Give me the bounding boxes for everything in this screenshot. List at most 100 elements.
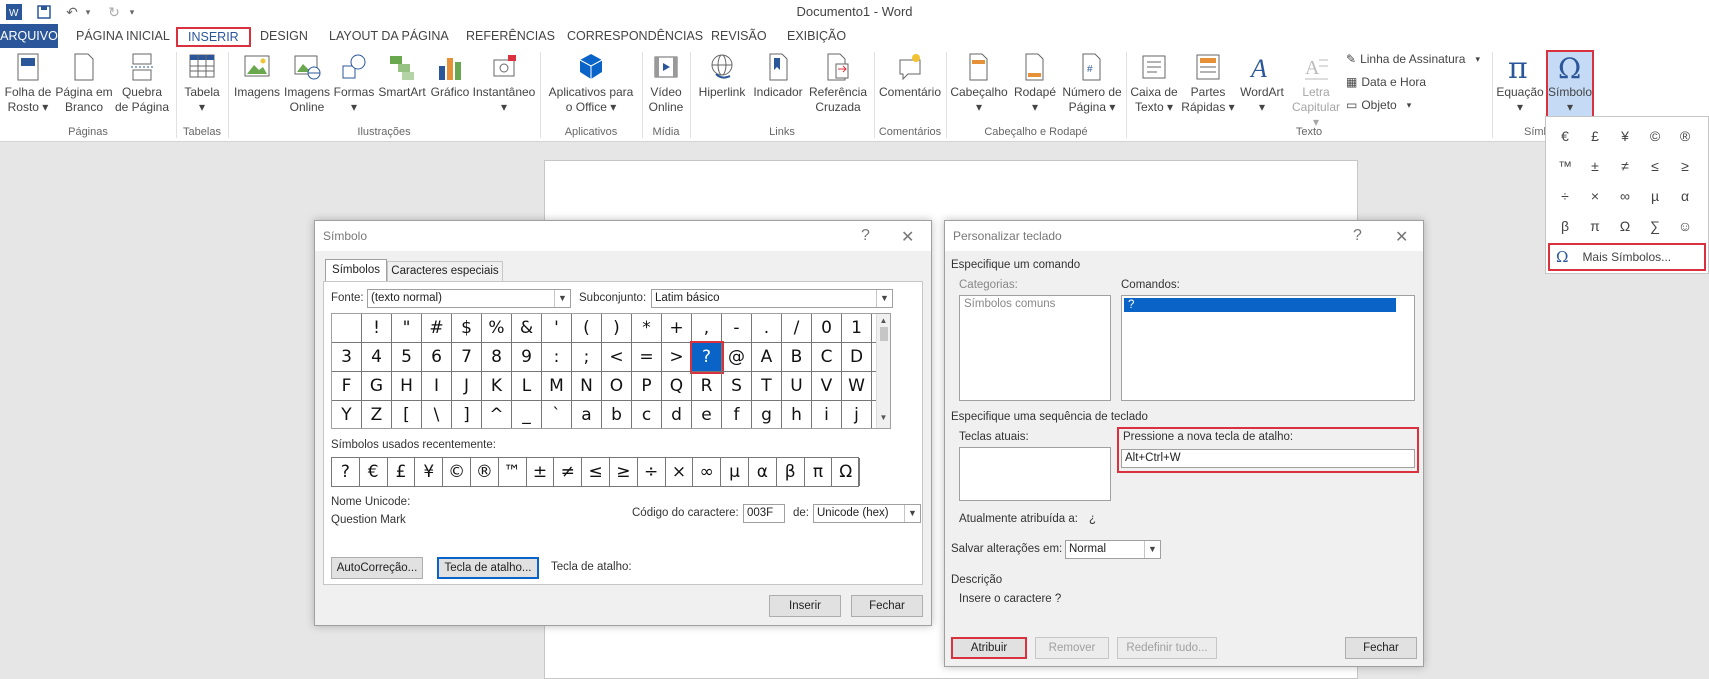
symbol-cell[interactable]: = bbox=[632, 343, 662, 372]
symbol-cell[interactable]: a bbox=[572, 401, 602, 428]
symbol-cell[interactable]: c bbox=[632, 401, 662, 428]
symbol-cell[interactable]: L bbox=[512, 372, 542, 401]
text-box-button[interactable]: Caixa de Texto ▾ bbox=[1128, 52, 1180, 115]
recent-symbol-cell[interactable]: ≤ bbox=[582, 458, 610, 486]
recent-symbol-cell[interactable]: ™ bbox=[499, 458, 527, 486]
screenshot-button[interactable]: Instantâneo ▾ bbox=[472, 52, 536, 115]
symbol-dropdown-cell[interactable]: Ω bbox=[1610, 211, 1640, 241]
symbol-cell[interactable]: ' bbox=[542, 314, 572, 343]
close-icon[interactable]: ✕ bbox=[1395, 227, 1408, 247]
wordart-button[interactable]: A WordArt ▾ bbox=[1236, 52, 1288, 115]
symbol-cell[interactable]: < bbox=[602, 343, 632, 372]
symbol-cell[interactable]: i bbox=[812, 401, 842, 428]
symbol-cell[interactable]: V bbox=[812, 372, 842, 401]
symbol-cell[interactable]: g bbox=[752, 401, 782, 428]
close-button[interactable]: Fechar bbox=[1345, 637, 1417, 659]
close-button[interactable]: Fechar bbox=[851, 595, 923, 617]
autocorrect-button[interactable]: AutoCorreção... bbox=[331, 557, 423, 579]
symbol-cell[interactable]: , bbox=[692, 314, 722, 343]
subset-select[interactable]: Latim básico ▼ bbox=[651, 289, 893, 308]
tab-review[interactable]: REVISÃO bbox=[707, 27, 771, 47]
from-select[interactable]: Unicode (hex) ▼ bbox=[813, 504, 921, 523]
symbol-dropdown-cell[interactable]: £ bbox=[1580, 121, 1610, 151]
symbol-dropdown-cell[interactable]: ∞ bbox=[1610, 181, 1640, 211]
symbol-cell[interactable]: ] bbox=[452, 401, 482, 428]
tab-special-characters[interactable]: Caracteres especiais bbox=[387, 261, 503, 281]
cover-page-button[interactable]: Folha de Rosto ▾ bbox=[2, 52, 54, 115]
recent-symbol-cell[interactable]: ≥ bbox=[610, 458, 638, 486]
recent-symbol-cell[interactable]: Ω bbox=[832, 458, 861, 486]
symbol-cell[interactable]: 1 bbox=[842, 314, 872, 343]
tab-layout[interactable]: LAYOUT DA PÁGINA bbox=[325, 27, 453, 47]
symbol-cell[interactable]: T bbox=[752, 372, 782, 401]
current-keys-list[interactable] bbox=[959, 447, 1111, 501]
symbol-cell[interactable]: b bbox=[602, 401, 632, 428]
symbol-cell[interactable]: Q bbox=[662, 372, 692, 401]
symbol-cell[interactable]: D bbox=[842, 343, 872, 372]
recent-symbol-cell[interactable]: ? bbox=[332, 458, 360, 486]
recent-symbol-cell[interactable]: ∞ bbox=[693, 458, 722, 486]
symbol-cell[interactable]: J bbox=[452, 372, 482, 401]
commands-list[interactable]: ? bbox=[1121, 295, 1415, 401]
symbol-cell[interactable]: j bbox=[842, 401, 872, 428]
drop-cap-button[interactable]: A Letra Capitular ▾ bbox=[1288, 52, 1344, 130]
recent-symbol-cell[interactable]: β bbox=[777, 458, 805, 486]
symbol-dropdown-cell[interactable]: β bbox=[1550, 211, 1580, 241]
hyperlink-button[interactable]: Hiperlink bbox=[694, 52, 750, 100]
signature-line-button[interactable]: ✎ Linha de Assinatura ▾ bbox=[1346, 52, 1480, 66]
symbol-cell[interactable]: ) bbox=[602, 314, 632, 343]
symbol-cell[interactable]: R bbox=[692, 372, 722, 401]
new-shortcut-input[interactable]: Alt+Ctrl+W bbox=[1121, 449, 1415, 468]
symbol-cell[interactable]: % bbox=[482, 314, 512, 343]
symbol-cell[interactable]: A bbox=[752, 343, 782, 372]
symbol-cell[interactable]: & bbox=[512, 314, 542, 343]
symbol-cell[interactable]: 7 bbox=[452, 343, 482, 372]
symbol-dropdown-cell[interactable]: π bbox=[1580, 211, 1610, 241]
symbol-cell[interactable]: N bbox=[572, 372, 602, 401]
recent-symbol-cell[interactable]: ± bbox=[527, 458, 555, 486]
symbol-dropdown-cell[interactable]: ÷ bbox=[1550, 181, 1580, 211]
symbol-cell[interactable]: e bbox=[692, 401, 722, 428]
symbol-cell[interactable]: H bbox=[392, 372, 422, 401]
char-code-input[interactable]: 003F bbox=[743, 504, 785, 523]
recent-symbol-cell[interactable]: ¥ bbox=[415, 458, 444, 486]
recent-symbol-cell[interactable]: π bbox=[805, 458, 833, 486]
categories-list[interactable]: Símbolos comuns bbox=[959, 295, 1111, 401]
symbol-cell[interactable]: [ bbox=[392, 401, 422, 428]
shortcut-key-button[interactable]: Tecla de atalho... bbox=[437, 557, 539, 579]
symbol-cell[interactable]: W bbox=[842, 372, 872, 401]
font-select[interactable]: (texto normal) ▼ bbox=[367, 289, 571, 308]
symbol-cell[interactable]: ` bbox=[542, 401, 572, 428]
symbol-cell[interactable] bbox=[332, 314, 362, 343]
symbol-cell-selected[interactable]: ? bbox=[690, 341, 724, 374]
symbol-cell[interactable]: # bbox=[422, 314, 452, 343]
symbol-cell[interactable]: - bbox=[722, 314, 752, 343]
symbol-cell[interactable]: * bbox=[632, 314, 662, 343]
symbol-cell[interactable]: / bbox=[782, 314, 812, 343]
symbol-dropdown-cell[interactable]: ± bbox=[1580, 151, 1610, 181]
recent-symbol-cell[interactable]: µ bbox=[721, 458, 749, 486]
insert-button[interactable]: Inserir bbox=[769, 595, 841, 617]
table-button[interactable]: Tabela ▾ bbox=[180, 52, 224, 115]
recent-symbol-cell[interactable]: £ bbox=[388, 458, 416, 486]
symbol-cell[interactable]: 8 bbox=[482, 343, 512, 372]
header-button[interactable]: Cabeçalho ▾ bbox=[948, 52, 1010, 115]
remove-button[interactable]: Remover bbox=[1035, 637, 1109, 659]
online-pictures-button[interactable]: Imagens Online bbox=[282, 52, 332, 115]
symbol-cell[interactable]: 0 bbox=[812, 314, 842, 343]
symbol-cell[interactable]: M bbox=[542, 372, 572, 401]
quick-parts-button[interactable]: Partes Rápidas ▾ bbox=[1180, 52, 1236, 115]
recent-symbol-cell[interactable]: ® bbox=[471, 458, 499, 486]
list-item[interactable]: ? bbox=[1124, 298, 1396, 312]
cross-reference-button[interactable]: Referência Cruzada bbox=[806, 52, 870, 115]
symbol-cell[interactable]: 5 bbox=[392, 343, 422, 372]
recent-symbol-cell[interactable]: ≠ bbox=[554, 458, 583, 486]
symbol-grid-scrollbar[interactable]: ▲ ▼ bbox=[876, 314, 890, 428]
symbol-cell[interactable]: 6 bbox=[422, 343, 452, 372]
symbol-dropdown-cell[interactable]: α bbox=[1670, 181, 1700, 211]
symbol-cell[interactable]: I bbox=[422, 372, 452, 401]
symbol-cell[interactable]: \ bbox=[422, 401, 452, 428]
symbol-cell[interactable]: ^ bbox=[482, 401, 512, 428]
symbol-dropdown-cell[interactable]: ≤ bbox=[1640, 151, 1670, 181]
assign-button[interactable]: Atribuir bbox=[951, 637, 1027, 659]
